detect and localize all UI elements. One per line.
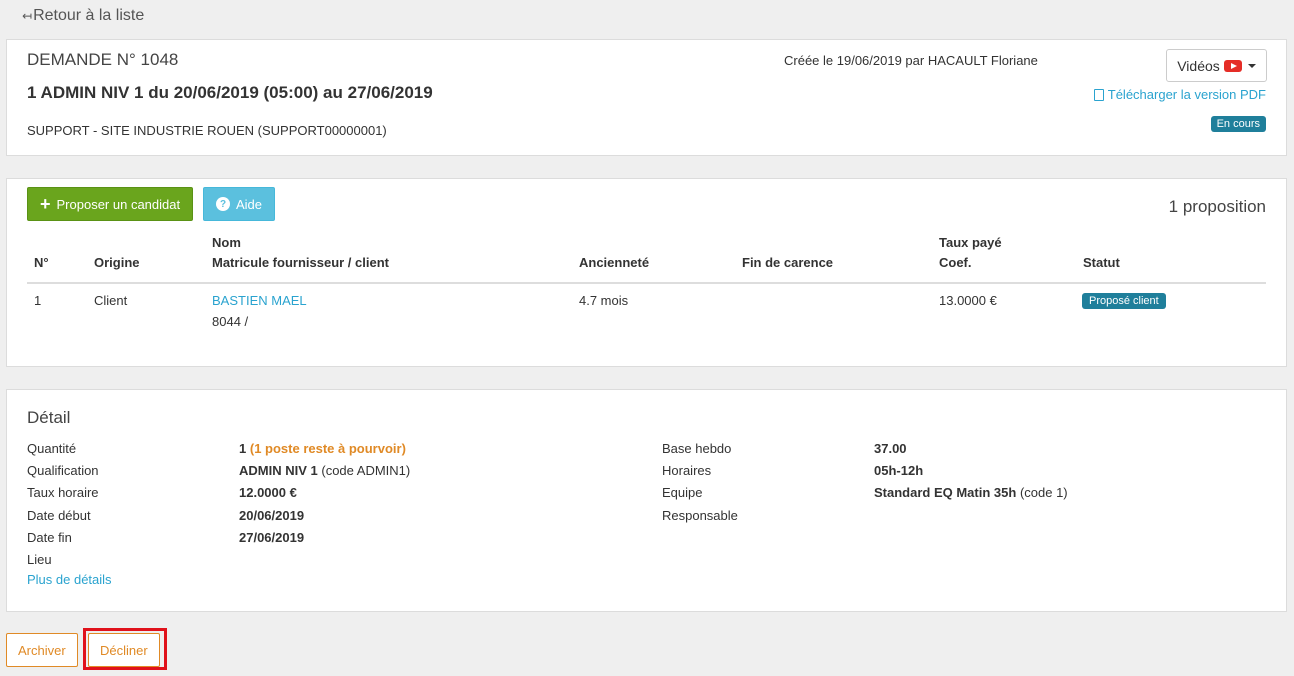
detail-label-location: Lieu — [27, 552, 52, 567]
detail-label-schedule: Horaires — [662, 463, 712, 478]
proposition-count: 1 proposition — [1168, 197, 1266, 216]
detail-value-end-date: 27/06/2019 — [239, 527, 304, 549]
archive-button[interactable]: Archiver — [6, 633, 78, 667]
col-header-status: Statut — [1083, 255, 1120, 270]
qualification-value: ADMIN NIV 1 — [239, 463, 318, 478]
col-header-matricule: Matricule fournisseur / client — [212, 255, 389, 270]
plus-icon: + — [40, 194, 51, 214]
team-value: Standard EQ Matin 35h — [874, 485, 1017, 500]
col-header-name: Nom — [212, 235, 241, 250]
detail-value-schedule: 05h-12h — [874, 460, 923, 482]
request-header-panel: DEMANDE N° 1048 1 ADMIN NIV 1 du 20/06/2… — [6, 39, 1287, 156]
download-pdf-link[interactable]: Télécharger la version PDF — [1093, 87, 1266, 102]
propose-candidate-label: Proposer un candidat — [56, 196, 181, 212]
back-arrow-icon: ↤ — [22, 9, 33, 23]
detail-value-hourly-rate: 12.0000 € — [239, 482, 297, 504]
back-to-list-label: Retour à la liste — [33, 7, 145, 24]
col-header-coef: Coef. — [939, 255, 972, 270]
download-pdf-label: Télécharger la version PDF — [1107, 87, 1266, 102]
table-header-divider — [27, 282, 1266, 284]
detail-label-qualification: Qualification — [27, 463, 99, 478]
candidate-status-badge: Proposé client — [1082, 293, 1166, 309]
propose-candidate-button[interactable]: + Proposer un candidat — [27, 187, 194, 221]
start-date-value: 20/06/2019 — [239, 508, 305, 523]
back-to-list-link[interactable]: ↤Retour à la liste — [22, 7, 144, 25]
request-summary: 1 ADMIN NIV 1 du 20/06/2019 (05:00) au 2… — [27, 83, 433, 102]
request-number-title: DEMANDE N° 1048 — [27, 50, 179, 69]
quantity-value: 1 — [239, 441, 247, 456]
detail-label-start-date: Date début — [27, 508, 91, 523]
detail-label-manager: Responsable — [662, 508, 738, 523]
weekly-base-value: 37.00 — [874, 441, 907, 456]
col-header-seniority: Ancienneté — [579, 255, 650, 270]
candidate-matricule: 8044 / — [212, 314, 249, 329]
detail-label-quantity: Quantité — [27, 441, 77, 456]
detail-title: Détail — [27, 408, 71, 427]
request-site: SUPPORT - SITE INDUSTRIE ROUEN (SUPPORT0… — [27, 123, 387, 138]
youtube-icon — [1223, 59, 1242, 72]
detail-label-weekly-base: Base hebdo — [662, 441, 732, 456]
detail-value-weekly-base: 37.00 — [874, 438, 907, 460]
hourly-rate-value: 12.0000 € — [239, 485, 297, 500]
team-code: (code 1) — [1019, 485, 1068, 500]
detail-value-quantity: 1 (1 poste reste à pourvoir) — [239, 438, 406, 460]
detail-label-hourly-rate: Taux horaire — [27, 485, 99, 500]
row-number: 1 — [34, 293, 42, 308]
detail-value-start-date: 20/06/2019 — [239, 505, 304, 527]
remaining-posts: (1 poste reste à pourvoir) — [249, 441, 406, 456]
end-date-value: 27/06/2019 — [239, 530, 305, 545]
candidate-seniority: 4.7 mois — [579, 293, 629, 308]
detail-label-end-date: Date fin — [27, 530, 72, 545]
detail-value-qualification: ADMIN NIV 1 (code ADMIN1) — [239, 460, 410, 482]
qualification-code: (code ADMIN1) — [321, 463, 411, 478]
detail-value-team: Standard EQ Matin 35h (code 1) — [874, 482, 1068, 504]
schedule-value: 05h-12h — [874, 463, 924, 478]
videos-dropdown-button[interactable]: Vidéos — [1166, 49, 1267, 82]
videos-label: Vidéos — [1177, 57, 1220, 74]
col-header-origin: Origine — [94, 255, 140, 270]
col-header-end-carence: Fin de carence — [742, 255, 834, 270]
question-circle-icon: ? — [216, 197, 230, 211]
candidate-name-link[interactable]: BASTIEN MAEL — [212, 291, 307, 311]
help-label: Aide — [236, 196, 263, 212]
candidate-rate: 13.0000 € — [939, 293, 997, 308]
candidates-panel: + Proposer un candidat ? Aide 1 proposit… — [6, 178, 1287, 367]
created-info: Créée le 19/06/2019 par HACAULT Floriane — [784, 53, 1038, 68]
help-button[interactable]: ? Aide — [203, 187, 276, 221]
decline-highlight-box — [83, 628, 167, 670]
detail-label-team: Equipe — [662, 485, 703, 500]
col-header-rate: Taux payé — [939, 235, 1002, 250]
row-origin: Client — [94, 293, 128, 308]
request-status-badge: En cours — [1210, 116, 1266, 132]
col-header-number: N° — [34, 255, 49, 270]
more-details-link[interactable]: Plus de détails — [27, 572, 112, 587]
pdf-file-icon — [1093, 88, 1104, 101]
caret-down-icon — [1247, 63, 1256, 68]
detail-panel: Détail Quantité 1 (1 poste reste à pourv… — [6, 389, 1287, 612]
